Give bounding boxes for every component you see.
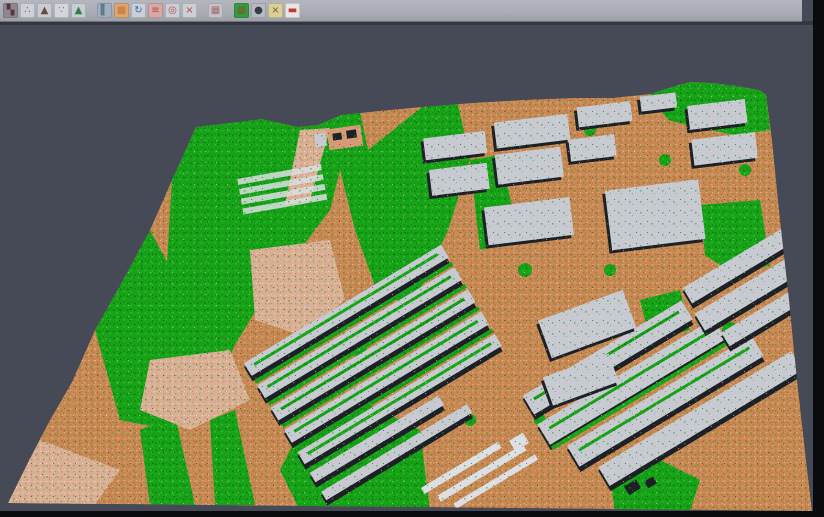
ortho-image-button[interactable]: ■ xyxy=(114,3,129,18)
application-window: ▚ ∴ ▲ ∵ ▲ ▌ ■ ↻ ≡ ◎ × ▦ ▩ ● × ▬ xyxy=(0,0,824,517)
grid-view-button[interactable]: ▦ xyxy=(208,3,223,18)
layers-icon: ▚ xyxy=(7,6,15,16)
zoom-extent-icon: × xyxy=(185,6,193,16)
classify-points-icon: ∴ xyxy=(24,6,30,16)
cross-section-icon: ▌ xyxy=(101,6,109,16)
point-display-icon: ∵ xyxy=(58,6,64,16)
cross-section-button[interactable]: ▌ xyxy=(97,3,112,18)
rotate-view-button[interactable]: ↻ xyxy=(131,3,146,18)
flags-icon: ▬ xyxy=(288,6,297,16)
profile-button[interactable]: ≡ xyxy=(148,3,163,18)
rotate-view-icon: ↻ xyxy=(134,6,142,16)
toolbar-group: ▦ xyxy=(207,3,224,18)
toolbar-group: ▚ ∴ ▲ ∵ ▲ xyxy=(2,3,87,18)
terrain-icon: ▲ xyxy=(75,6,83,16)
pick-target-icon: ◎ xyxy=(168,6,177,16)
flags-button[interactable]: ▬ xyxy=(285,3,300,18)
toolbar-group: ▌ ■ ↻ ≡ ◎ × xyxy=(96,3,198,18)
bottom-frame-bar xyxy=(0,511,824,517)
classification-colors-icon: ▩ xyxy=(237,6,246,16)
measure-button[interactable]: × xyxy=(268,3,283,18)
profile-icon: ≡ xyxy=(151,6,159,16)
surface-model-icon: ▲ xyxy=(41,6,49,16)
classification-colors-button[interactable]: ▩ xyxy=(234,3,249,18)
layers-button[interactable]: ▚ xyxy=(3,3,18,18)
toolbar: ▚ ∴ ▲ ∵ ▲ ▌ ■ ↻ ≡ ◎ × ▦ ▩ ● × ▬ xyxy=(0,0,802,22)
measure-icon: × xyxy=(271,6,279,16)
toolbar-group: ▩ ● × ▬ xyxy=(233,3,301,18)
ortho-image-icon: ■ xyxy=(117,6,126,16)
pick-target-button[interactable]: ◎ xyxy=(165,3,180,18)
terrain-button[interactable]: ▲ xyxy=(71,3,86,18)
classify-points-button[interactable]: ∴ xyxy=(20,3,35,18)
viewport-3d-canvas[interactable] xyxy=(0,0,824,517)
grid-view-icon: ▦ xyxy=(211,6,220,16)
globe-view-icon: ● xyxy=(254,6,263,16)
right-frame-bar xyxy=(813,0,824,517)
point-display-button[interactable]: ∵ xyxy=(54,3,69,18)
zoom-extent-button[interactable]: × xyxy=(182,3,197,18)
globe-view-button[interactable]: ● xyxy=(251,3,266,18)
surface-model-button[interactable]: ▲ xyxy=(37,3,52,18)
